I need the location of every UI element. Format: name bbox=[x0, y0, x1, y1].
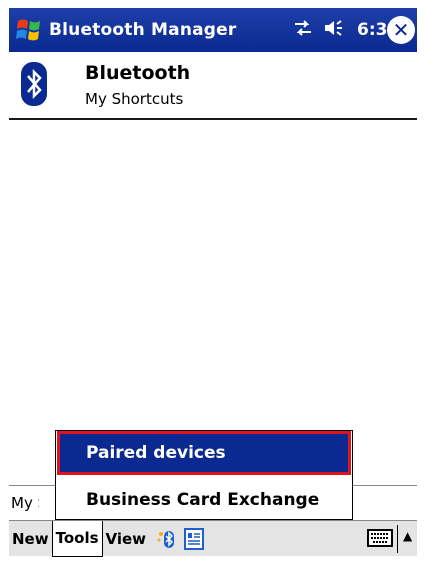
page-subtitle: My Shortcuts bbox=[85, 90, 184, 108]
keyboard-icon[interactable] bbox=[367, 527, 393, 549]
menu-item-business-card-exchange[interactable]: Business Card Exchange bbox=[60, 481, 348, 519]
business-card-icon[interactable] bbox=[183, 527, 205, 550]
volume-icon[interactable] bbox=[323, 18, 345, 42]
status-icons: 6:38 bbox=[293, 8, 399, 52]
view-menu-button[interactable]: View bbox=[103, 522, 150, 556]
menu-item-paired-devices[interactable]: Paired devices bbox=[57, 431, 351, 475]
bottom-menu-bar: New Tools View ▲ bbox=[9, 520, 417, 557]
close-button[interactable]: ✕ bbox=[387, 16, 415, 44]
input-selector-arrow-icon[interactable]: ▲ bbox=[403, 529, 412, 543]
tab-my-shortcuts[interactable]: My Shortcuts bbox=[11, 494, 39, 512]
connectivity-icon[interactable] bbox=[293, 18, 313, 42]
tools-menu-button[interactable]: Tools bbox=[51, 520, 103, 557]
windows-start-icon[interactable] bbox=[9, 8, 49, 52]
new-menu-button[interactable]: New bbox=[9, 522, 52, 556]
bluetooth-logo-icon bbox=[21, 62, 47, 106]
sip-separator bbox=[397, 525, 398, 553]
title-bar: Bluetooth Manager 6:38 ✕ bbox=[9, 8, 417, 52]
app-title: Bluetooth Manager bbox=[49, 20, 237, 40]
page-title: Bluetooth bbox=[85, 62, 191, 84]
bluetooth-toggle-icon[interactable] bbox=[155, 528, 177, 550]
tools-popup-menu: Paired devices Business Card Exchange bbox=[55, 430, 353, 520]
page-header: Bluetooth My Shortcuts bbox=[9, 52, 417, 118]
